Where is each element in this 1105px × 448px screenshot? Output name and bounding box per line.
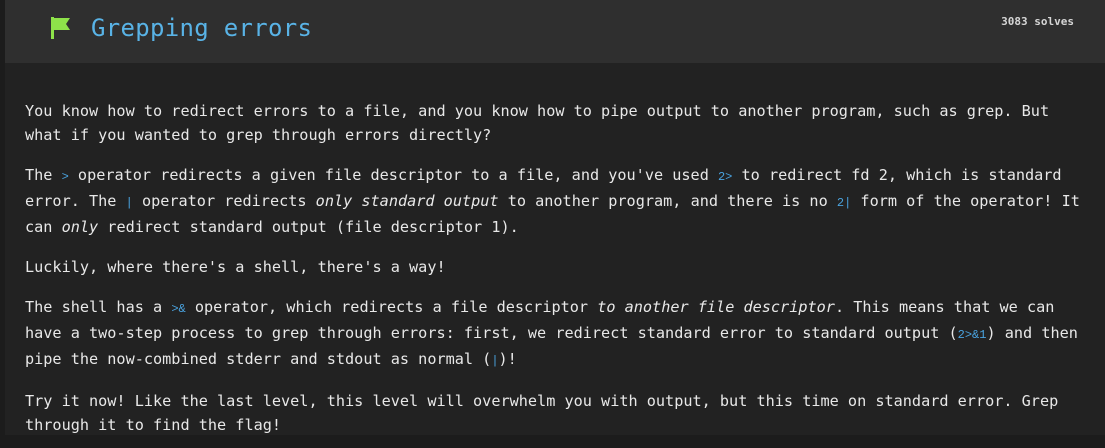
emphasis: to another file descriptor — [597, 298, 835, 316]
solves-count: 3083 solves — [1001, 15, 1074, 28]
text: The — [25, 166, 62, 184]
inline-code: > — [61, 170, 69, 184]
inline-code: | — [125, 196, 133, 210]
challenge-description: You know how to redirect errors to a fil… — [25, 99, 1085, 448]
flag-icon — [51, 17, 70, 39]
emphasis: only standard output — [315, 192, 499, 210]
inline-code: >& — [171, 302, 186, 316]
inline-code: 2| — [836, 196, 852, 210]
text: The shell has a — [25, 298, 172, 316]
inline-code: | — [491, 354, 499, 368]
challenge-description-panel: You know how to redirect errors to a fil… — [5, 63, 1105, 435]
paragraph-3: Luckily, where there's a shell, there's … — [25, 258, 446, 276]
inline-code: 2> — [717, 170, 733, 184]
text: operator redirects — [132, 192, 316, 210]
challenge-title[interactable]: Grepping errors — [91, 12, 312, 44]
paragraph-1: You know how to redirect errors to a fil… — [25, 102, 1050, 144]
text: redirect standard output (file descripto… — [98, 218, 519, 236]
paragraph-4: The shell has a >& operator, which redir… — [25, 295, 1085, 373]
paragraph-2: The > operator redirects a given file de… — [25, 163, 1085, 239]
text: operator redirects a given file descript… — [68, 166, 718, 184]
text: )! — [498, 350, 517, 368]
challenge-page: Grepping errors 3083 solves You know how… — [0, 0, 1105, 435]
emphasis: only — [61, 218, 99, 236]
text: operator, which redirects a file descrip… — [185, 298, 598, 316]
inline-code: 2>&1 — [957, 328, 987, 342]
text: to another program, and there is no — [498, 192, 837, 210]
paragraph-5: Try it now! Like the last level, this le… — [25, 392, 1059, 434]
challenge-header[interactable]: Grepping errors 3083 solves — [5, 0, 1105, 63]
